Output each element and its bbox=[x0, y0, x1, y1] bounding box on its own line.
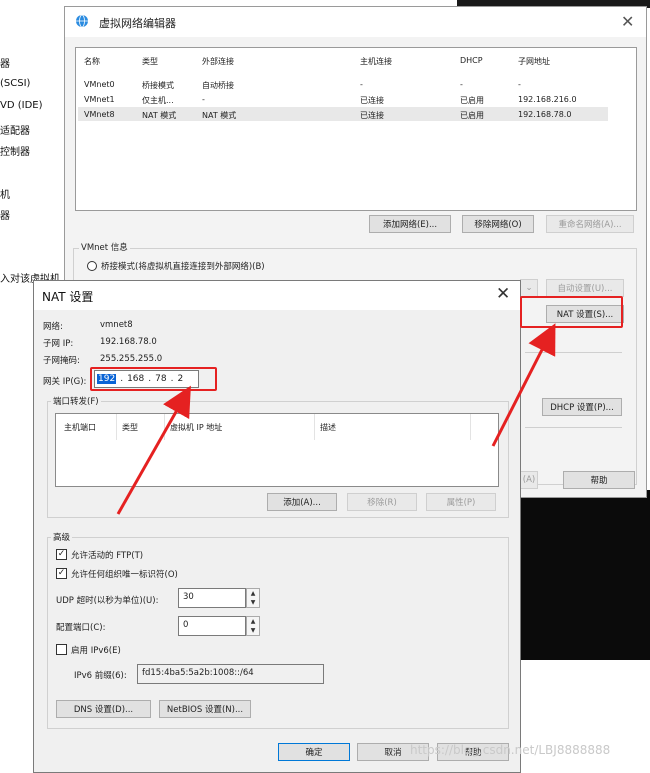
ipv6-prefix-input[interactable]: fd15:4ba5:5a2b:1008::/64 bbox=[137, 664, 324, 684]
bg-item: 适配器 bbox=[0, 126, 30, 137]
udp-timeout-input[interactable]: 30 bbox=[178, 588, 246, 608]
allow-ftp-checkbox[interactable]: ✓ bbox=[56, 549, 67, 560]
remove-network-button[interactable]: 移除网络(O) bbox=[462, 215, 534, 233]
auto-settings-button[interactable]: 自动设置(U)... bbox=[546, 279, 624, 297]
nat-title: NAT 设置 bbox=[42, 290, 94, 304]
gateway-ip-label: 网关 IP(G): bbox=[43, 377, 87, 387]
cell-name: VMnet0 bbox=[84, 80, 115, 89]
col-header[interactable]: 描述 bbox=[320, 422, 336, 433]
vne-title: 虚拟网络编辑器 bbox=[99, 17, 176, 30]
vmnet-info-legend: VMnet 信息 bbox=[79, 241, 130, 253]
cell-external: - bbox=[202, 95, 205, 104]
close-icon[interactable]: ✕ bbox=[621, 12, 634, 31]
background-dark-area bbox=[520, 490, 650, 660]
cell-host: - bbox=[360, 80, 363, 89]
cell-external: 自动桥接 bbox=[202, 81, 234, 90]
column-divider bbox=[470, 414, 471, 440]
config-port-stepper[interactable]: ▲ ▼ bbox=[246, 616, 260, 636]
netbios-settings-button[interactable]: NetBIOS 设置(N)... bbox=[159, 700, 251, 718]
col-header[interactable]: DHCP bbox=[460, 56, 483, 65]
network-value: vmnet8 bbox=[100, 320, 133, 330]
network-label: 网络: bbox=[43, 322, 63, 332]
fwd-add-button[interactable]: 添加(A)... bbox=[267, 493, 337, 511]
vne-titlebar: 虚拟网络编辑器 ✕ bbox=[65, 7, 646, 37]
allow-ftp-label: 允许活动的 FTP(T) bbox=[71, 551, 144, 561]
nat-titlebar: NAT 设置 ✕ bbox=[34, 281, 520, 310]
bg-item: VD (IDE) bbox=[0, 100, 43, 111]
ipv6-prefix-label: IPv6 前缀(6): bbox=[74, 671, 127, 681]
allow-oui-label: 允许任何组织唯一标识符(O) bbox=[71, 570, 178, 580]
watermark: https://blog.csdn.net/LBJ8888888 bbox=[410, 743, 611, 757]
udp-timeout-stepper[interactable]: ▲ ▼ bbox=[246, 588, 260, 608]
allow-oui-checkbox[interactable]: ✓ bbox=[56, 568, 67, 579]
cell-subnet: 192.168.78.0 bbox=[518, 110, 572, 119]
cell-type: 桥接模式 bbox=[142, 81, 174, 90]
enable-ipv6-label: 启用 IPv6(E) bbox=[71, 646, 121, 656]
cell-dhcp: 已启用 bbox=[460, 111, 484, 120]
subnet-mask-value: 255.255.255.0 bbox=[100, 354, 163, 364]
port-forwarding-legend: 端口转发(F) bbox=[51, 395, 101, 407]
column-divider bbox=[314, 414, 315, 440]
vne-help-button[interactable]: 帮助 bbox=[563, 471, 635, 489]
dhcp-settings-button[interactable]: DHCP 设置(P)... bbox=[542, 398, 622, 416]
cell-type: 仅主机... bbox=[142, 96, 174, 105]
col-header[interactable]: 外部连接 bbox=[202, 56, 234, 67]
udp-timeout-label: UDP 超时(以秒为单位)(U): bbox=[56, 596, 159, 606]
network-table: 名称 类型 外部连接 主机连接 DHCP 子网地址 VMnet0 桥接模式 自动… bbox=[75, 47, 637, 211]
col-header[interactable]: 类型 bbox=[142, 56, 158, 67]
cell-subnet: - bbox=[518, 80, 521, 89]
subnet-mask-label: 子网掩码: bbox=[43, 356, 80, 366]
separator bbox=[525, 427, 622, 428]
cell-type: NAT 模式 bbox=[142, 111, 177, 120]
bridge-radio-label: 桥接模式(将虚拟机直接连接到外部网络)(B) bbox=[101, 262, 265, 272]
fwd-properties-button[interactable]: 属性(P) bbox=[426, 493, 496, 511]
col-header[interactable]: 名称 bbox=[84, 56, 100, 67]
nat-settings-highlight-box bbox=[520, 296, 623, 328]
col-header[interactable]: 子网地址 bbox=[518, 56, 550, 67]
cell-dhcp: - bbox=[460, 80, 463, 89]
config-port-label: 配置端口(C): bbox=[56, 623, 106, 633]
advanced-legend: 高级 bbox=[51, 531, 73, 543]
cell-name: VMnet1 bbox=[84, 95, 115, 104]
apply-button[interactable]: (A) bbox=[520, 471, 538, 489]
gateway-highlight-box bbox=[90, 367, 217, 391]
column-divider bbox=[164, 414, 165, 440]
globe-icon bbox=[76, 14, 88, 28]
rename-network-button[interactable]: 重命名网络(A)... bbox=[546, 215, 634, 233]
bg-item: 器 bbox=[0, 59, 10, 70]
bg-item: 器 bbox=[0, 211, 10, 222]
bg-item: 机 bbox=[0, 190, 10, 201]
cell-subnet: 192.168.216.0 bbox=[518, 95, 577, 104]
col-header[interactable]: 主机端口 bbox=[64, 422, 96, 433]
cell-dhcp: 已启用 bbox=[460, 96, 484, 105]
add-network-button[interactable]: 添加网络(E)... bbox=[369, 215, 451, 233]
bg-item: 控制器 bbox=[0, 147, 30, 158]
dropdown-arrow-icon[interactable]: ⌄ bbox=[520, 279, 538, 297]
cell-external: NAT 模式 bbox=[202, 111, 237, 120]
enable-ipv6-checkbox[interactable] bbox=[56, 644, 67, 655]
close-icon[interactable]: ✕ bbox=[496, 284, 510, 304]
cell-host: 已连接 bbox=[360, 111, 384, 120]
bg-item: (SCSI) bbox=[0, 78, 31, 89]
fwd-remove-button[interactable]: 移除(R) bbox=[347, 493, 417, 511]
bridge-radio[interactable] bbox=[87, 261, 97, 271]
cell-name: VMnet8 bbox=[84, 110, 115, 119]
separator bbox=[525, 352, 622, 353]
subnet-ip-label: 子网 IP: bbox=[43, 339, 74, 349]
column-divider bbox=[116, 414, 117, 440]
config-port-input[interactable]: 0 bbox=[178, 616, 246, 636]
col-header[interactable]: 虚拟机 IP 地址 bbox=[170, 422, 222, 433]
col-header[interactable]: 类型 bbox=[122, 422, 138, 433]
cell-host: 已连接 bbox=[360, 96, 384, 105]
dns-settings-button[interactable]: DNS 设置(D)... bbox=[56, 700, 151, 718]
port-forwarding-list[interactable]: 主机端口 类型 虚拟机 IP 地址 描述 bbox=[55, 413, 499, 487]
nat-settings-dialog: NAT 设置 ✕ 网络: vmnet8 子网 IP: 192.168.78.0 … bbox=[33, 280, 521, 773]
col-header[interactable]: 主机连接 bbox=[360, 56, 392, 67]
ok-button[interactable]: 确定 bbox=[278, 743, 350, 761]
subnet-ip-value: 192.168.78.0 bbox=[100, 337, 157, 347]
